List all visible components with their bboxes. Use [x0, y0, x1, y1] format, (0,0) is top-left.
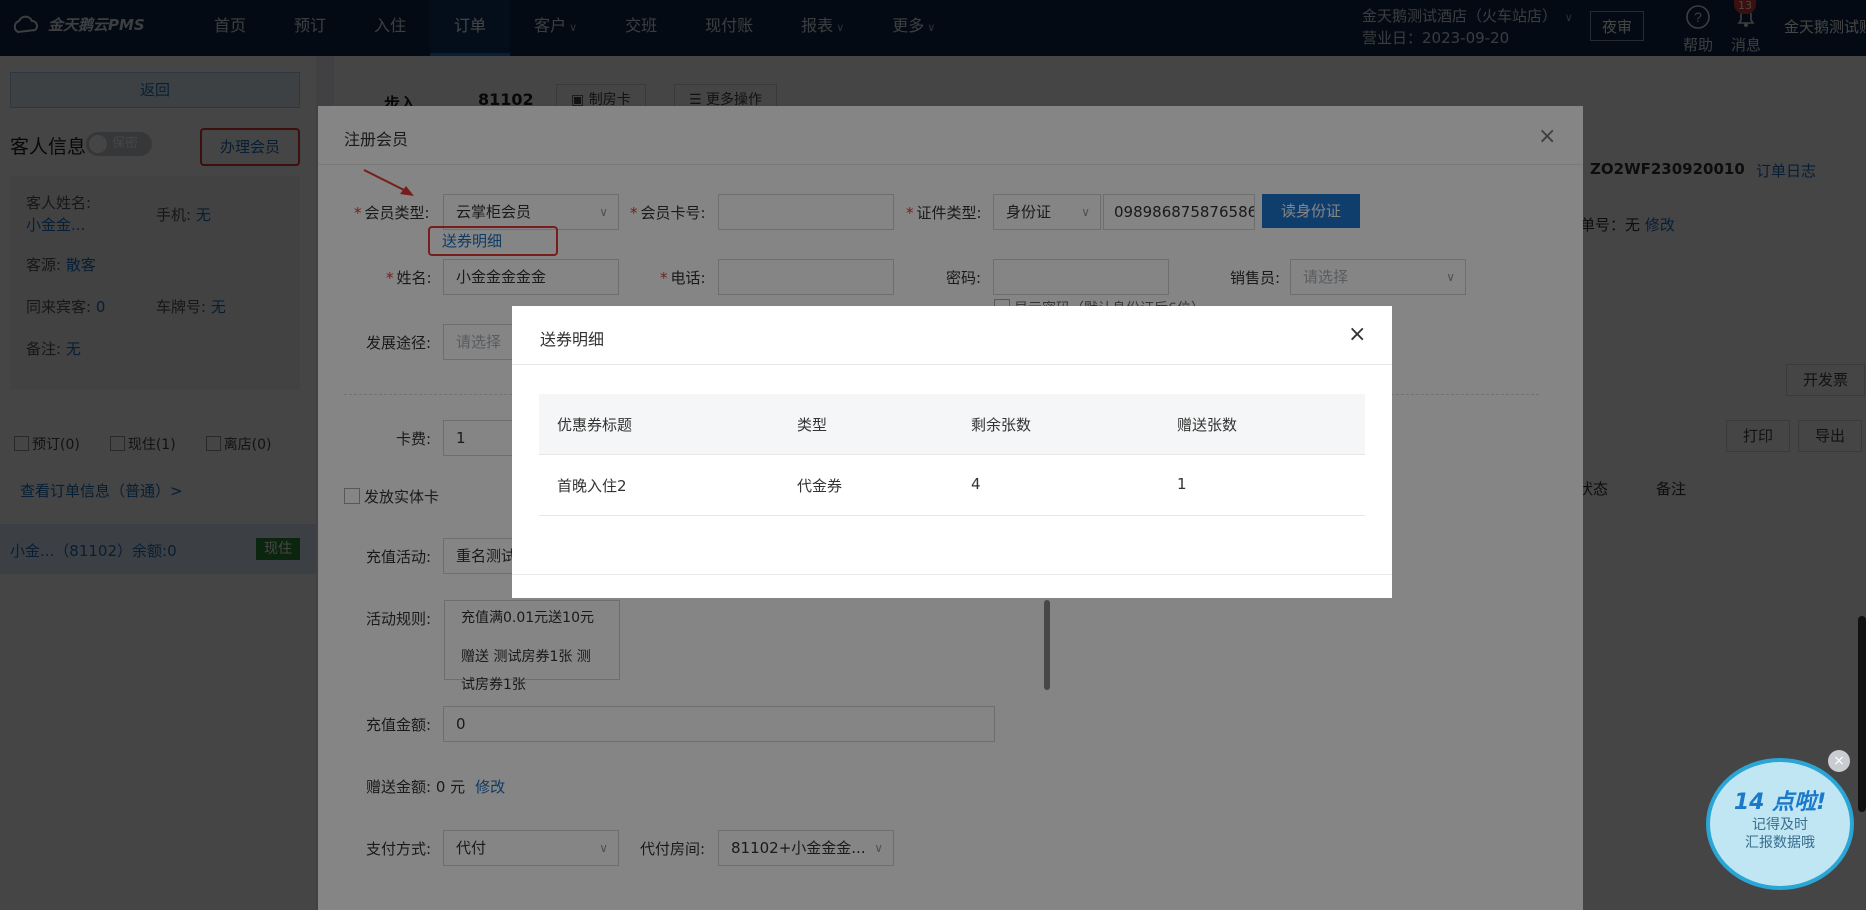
modal-title: 送券明细: [540, 330, 605, 349]
cell-type: 代金券: [797, 477, 843, 495]
reminder-line-1: 记得及时: [1752, 817, 1808, 833]
cell-gift: 1: [1177, 475, 1187, 493]
reminder-line-2: 汇报数据哦: [1745, 835, 1815, 851]
reminder-floater[interactable]: 14 点啦! 记得及时 汇报数据哦: [1706, 758, 1854, 890]
coupon-detail-modal: 送券明细 × 优惠券标题 类型 剩余张数 赠送张数 首晚入住2 代金券 4 1: [512, 306, 1392, 598]
col-type: 类型: [797, 416, 828, 434]
scrollbar[interactable]: [1858, 616, 1866, 812]
close-icon[interactable]: ×: [1828, 750, 1850, 772]
table-row: 首晚入住2 代金券 4 1: [539, 455, 1365, 516]
modal-footer: [512, 574, 1392, 575]
modal-header: 送券明细 ×: [512, 306, 1392, 365]
cell-remaining: 4: [971, 475, 981, 493]
table-header: 优惠券标题 类型 剩余张数 赠送张数: [539, 394, 1365, 455]
close-icon[interactable]: ×: [1348, 324, 1366, 346]
col-remaining: 剩余张数: [971, 416, 1032, 434]
cell-coupon-title: 首晚入住2: [557, 477, 627, 495]
col-gift: 赠送张数: [1177, 416, 1238, 434]
reminder-headline: 14 点啦!: [1733, 790, 1827, 815]
coupon-table: 优惠券标题 类型 剩余张数 赠送张数 首晚入住2 代金券 4 1: [539, 394, 1365, 516]
col-coupon-title: 优惠券标题: [557, 416, 633, 434]
